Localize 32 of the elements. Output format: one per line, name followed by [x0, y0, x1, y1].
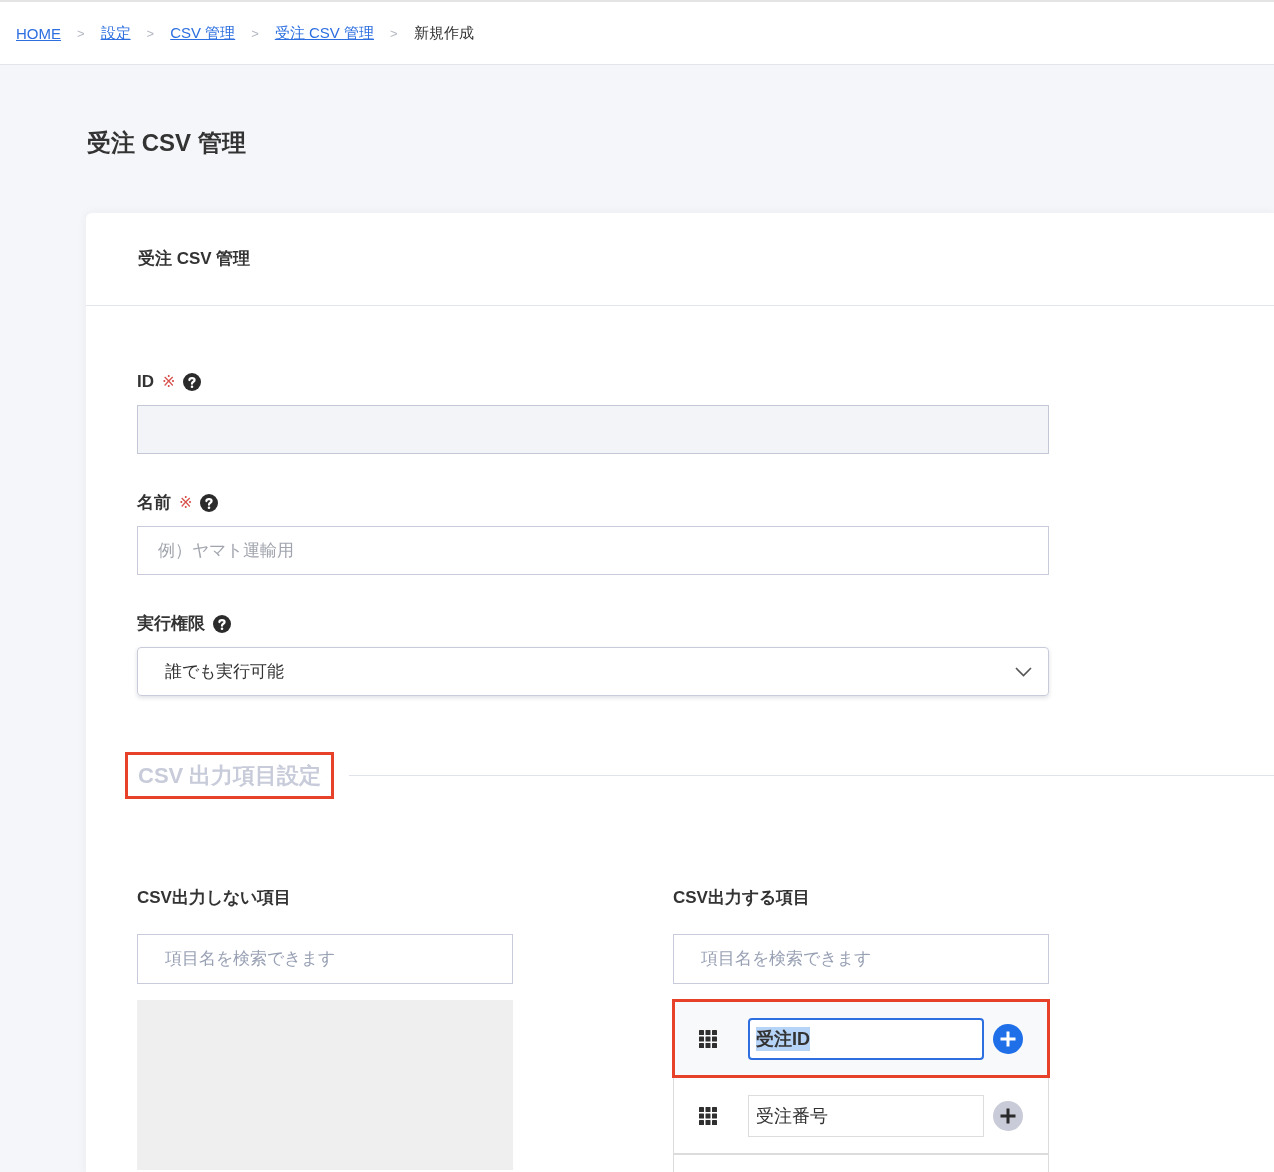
search-field[interactable]: 項目名を検索できます [137, 934, 513, 984]
column-title: CSV出力しない項目 [137, 887, 292, 909]
plus-circle-icon[interactable] [993, 1100, 1023, 1131]
drag-handle-icon[interactable] [699, 1106, 717, 1125]
required-mark: ※ [162, 372, 176, 392]
help-icon[interactable] [200, 494, 219, 512]
list-item[interactable]: 受注ID [673, 1000, 1049, 1077]
page-title: 受注 CSV 管理 [87, 128, 247, 158]
field-label: ID [137, 371, 154, 393]
card-title: 受注 CSV 管理 [138, 248, 252, 270]
required-mark: ※ [179, 493, 193, 513]
breadcrumb-current: 新規作成 [413, 23, 474, 43]
breadcrumb-link[interactable]: HOME [16, 24, 61, 42]
chevron-down-icon [1015, 666, 1032, 677]
breadcrumb-link[interactable]: CSV 管理 [170, 23, 236, 43]
breadcrumb-link[interactable]: 受注 CSV 管理 [274, 23, 374, 43]
list-item[interactable]: 受注番号 [673, 1077, 1049, 1154]
breadcrumb-separator: > [251, 25, 259, 41]
help-icon[interactable] [213, 615, 231, 633]
item-name-field[interactable]: 受注番号 [748, 1094, 984, 1137]
breadcrumb-separator: > [146, 25, 155, 41]
breadcrumb-separator: > [77, 25, 85, 41]
search-field[interactable]: 項目名を検索できます [673, 934, 1049, 984]
text-input[interactable]: 例）ヤマト運輸用 [137, 526, 1049, 575]
column-title: CSV出力する項目 [673, 887, 811, 909]
breadcrumb-link[interactable]: 設定 [100, 23, 131, 43]
field-label: 名前 [137, 492, 171, 514]
item-name-field[interactable]: 受注ID [748, 1017, 984, 1060]
breadcrumb-separator: > [390, 25, 398, 41]
select-field[interactable]: 誰でも実行可能 [137, 647, 1049, 696]
drag-handle-icon[interactable] [699, 1029, 717, 1048]
field-label: 実行権限 [137, 613, 205, 635]
